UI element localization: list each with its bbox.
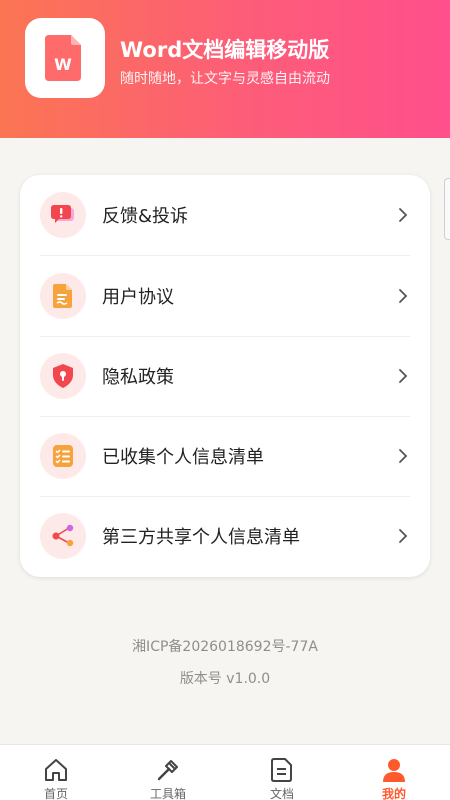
icp-record: 湘ICP备2026018692号-77A <box>132 639 318 655</box>
tab-label: 我的 <box>381 787 406 800</box>
chevron-right-icon <box>396 205 410 225</box>
menu-item-label: 已收集个人信息清单 <box>102 447 264 468</box>
settings-card: 反馈&投诉 用户协议 隐私政策 已收集个人信息清单 第三方共享个人信息清单 <box>20 175 430 577</box>
user-icon <box>380 757 408 783</box>
chevron-right-icon <box>396 286 410 306</box>
tab-label: 工具箱 <box>149 787 186 800</box>
menu-item-label: 第三方共享个人信息清单 <box>102 527 300 548</box>
menu-item-collected-info[interactable]: 已收集个人信息清单 <box>40 416 410 496</box>
shield-icon <box>40 353 86 399</box>
app-logo: W <box>25 18 105 98</box>
word-doc-icon: W <box>45 35 81 81</box>
menu-item-label: 隐私政策 <box>102 367 174 388</box>
tab-label: 首页 <box>43 787 68 800</box>
tab-toolbox[interactable]: 工具箱 <box>112 745 224 800</box>
menu-item-feedback[interactable]: 反馈&投诉 <box>40 175 410 255</box>
chevron-right-icon <box>396 366 410 386</box>
menu-item-privacy-policy[interactable]: 隐私政策 <box>40 336 410 416</box>
tab-mine[interactable]: 我的 <box>338 745 450 800</box>
bottom-tab-bar: 首页 工具箱 文档 我的 <box>0 744 450 800</box>
app-header: W Word文档编辑移动版 随时随地，让文字与灵感自由流动 <box>0 0 450 138</box>
feedback-icon <box>40 192 86 238</box>
menu-item-third-party-info[interactable]: 第三方共享个人信息清单 <box>40 496 410 576</box>
app-title: Word文档编辑移动版 <box>120 38 330 62</box>
version-text: 版本号 v1.0.0 <box>179 671 271 687</box>
share-icon <box>40 513 86 559</box>
svg-text:W: W <box>54 55 72 74</box>
chevron-right-icon <box>396 446 410 466</box>
document-icon <box>268 757 296 783</box>
home-icon <box>42 757 70 783</box>
tab-home[interactable]: 首页 <box>0 745 112 800</box>
app-subtitle: 随时随地，让文字与灵感自由流动 <box>120 71 330 87</box>
chevron-right-icon <box>396 526 410 546</box>
scroll-handle[interactable] <box>444 178 450 240</box>
tab-documents[interactable]: 文档 <box>226 745 338 800</box>
checklist-icon <box>40 433 86 479</box>
tab-label: 文档 <box>269 787 294 800</box>
menu-item-label: 反馈&投诉 <box>102 206 189 227</box>
menu-item-user-agreement[interactable]: 用户协议 <box>40 256 410 336</box>
menu-item-label: 用户协议 <box>102 287 174 308</box>
document-icon <box>40 273 86 319</box>
hammer-icon <box>154 757 182 783</box>
